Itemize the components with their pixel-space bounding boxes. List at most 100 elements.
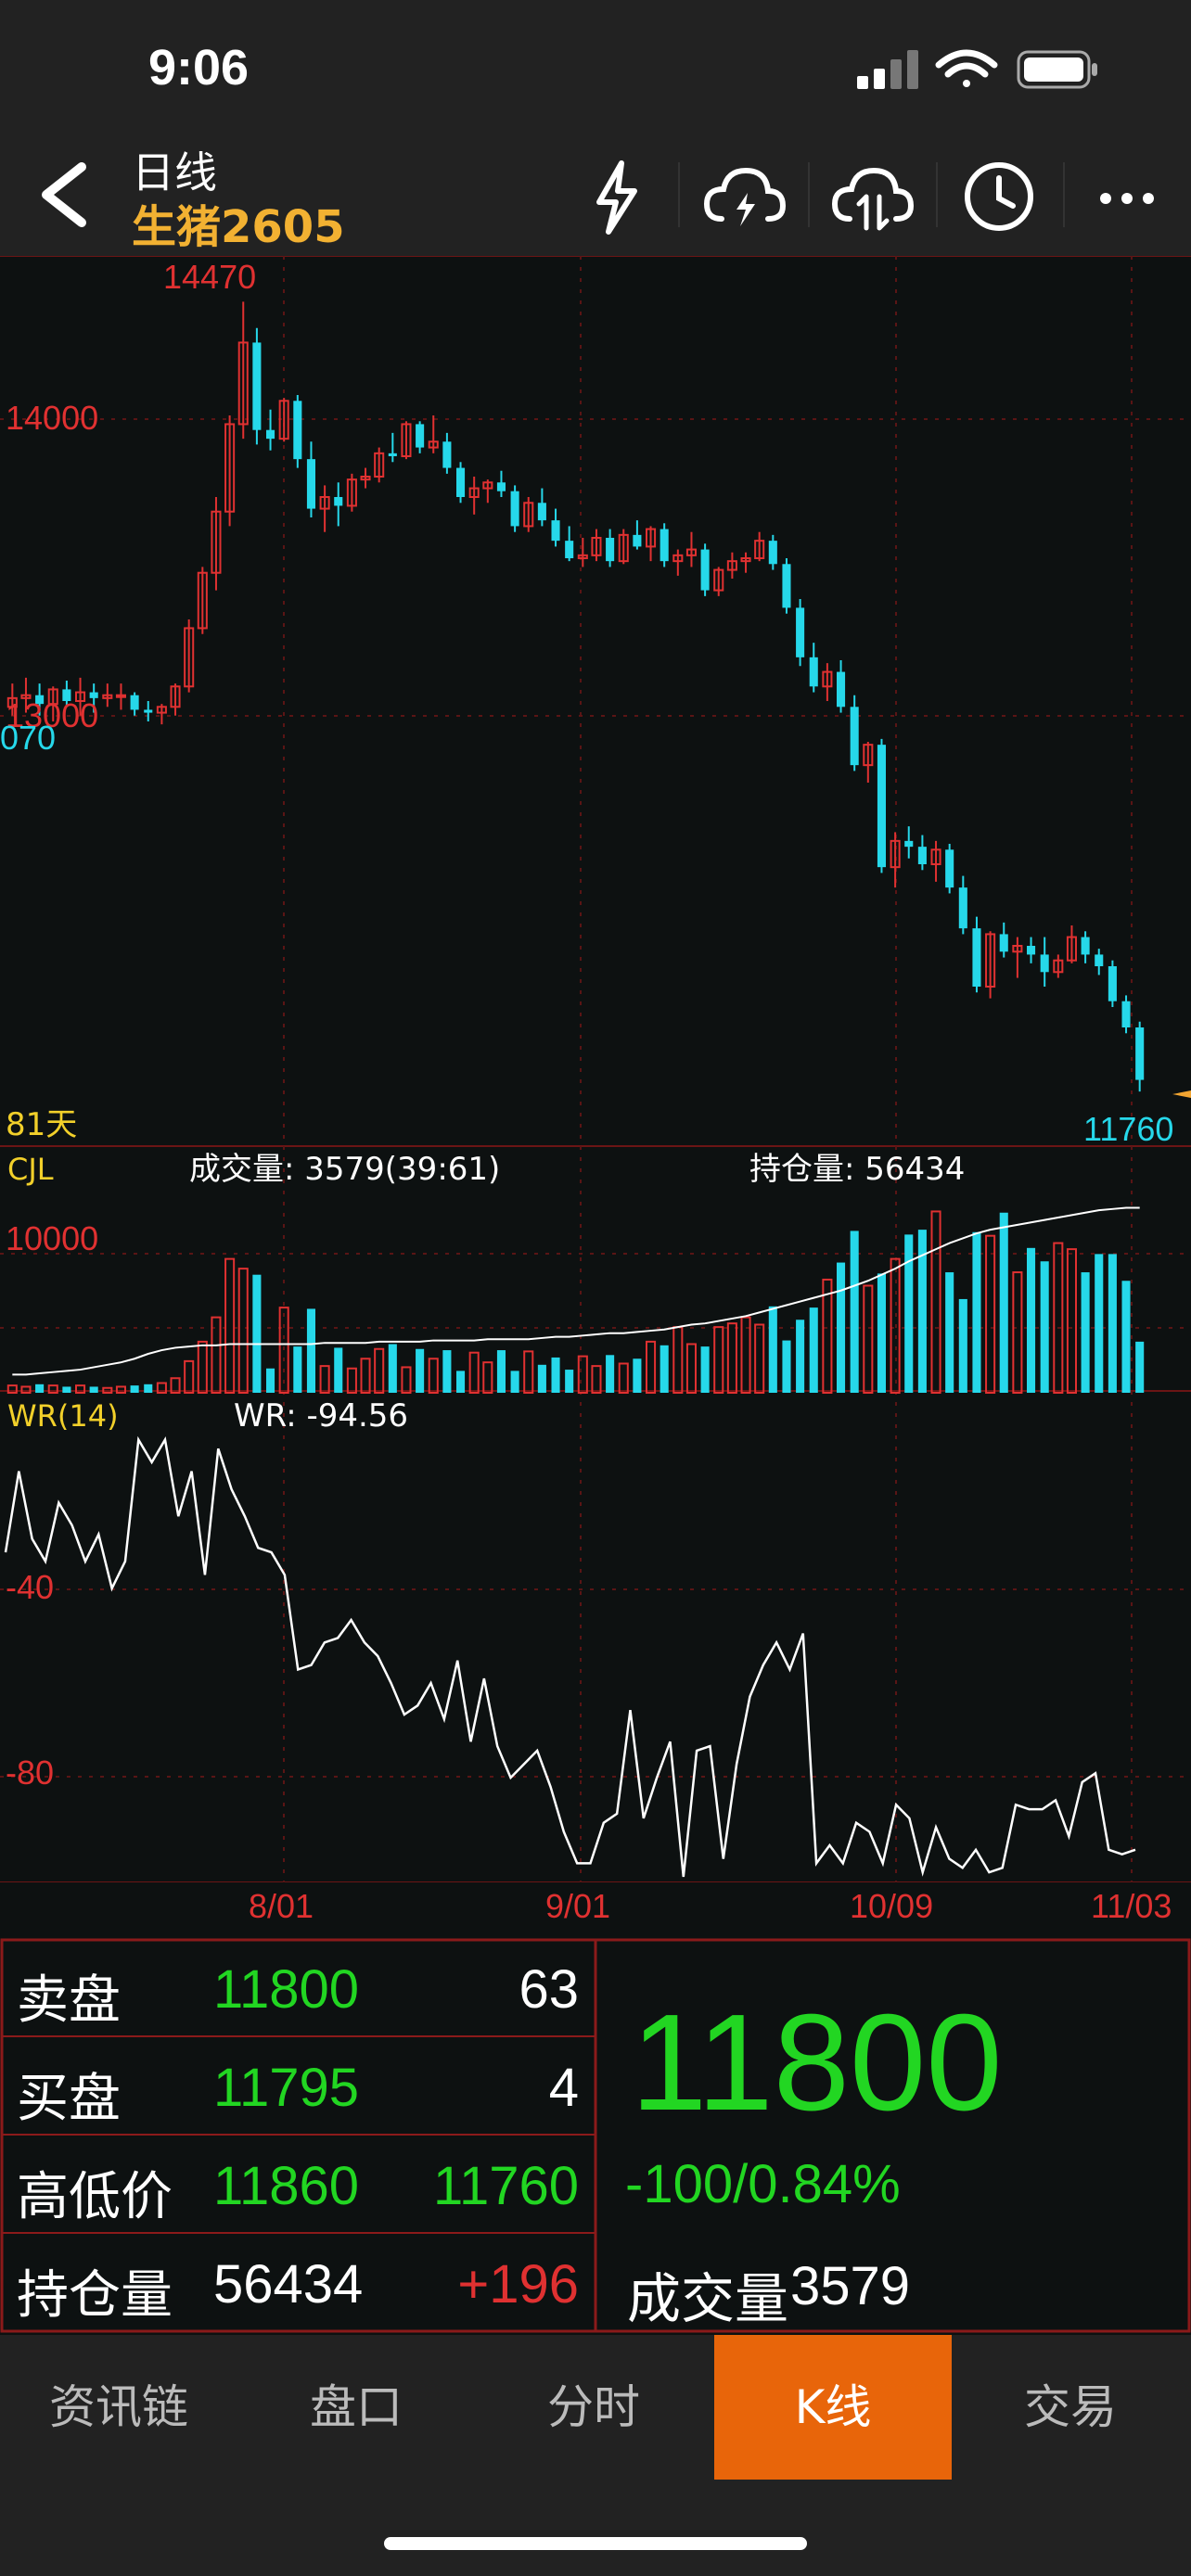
candle-body [442, 441, 452, 468]
battery-icon [1017, 50, 1097, 89]
wr-y-label: -40 [6, 1568, 54, 1606]
candle-body [1108, 966, 1117, 1001]
candle-body [1040, 954, 1049, 973]
wr-y-label: -80 [6, 1753, 54, 1792]
tab-intraday[interactable]: 分时 [475, 2335, 712, 2480]
volume-bar [1026, 1247, 1036, 1393]
volume-bar [374, 1347, 385, 1394]
candle-body [782, 564, 791, 608]
candle-body [809, 657, 818, 687]
candle-body [1026, 946, 1036, 955]
candle-body [416, 424, 425, 448]
volume-bar [985, 1234, 996, 1394]
candle-body [252, 342, 262, 430]
tab-news-chain[interactable]: 资讯链 [0, 2335, 237, 2480]
back-icon[interactable] [28, 158, 93, 232]
volume-bar [388, 1344, 397, 1393]
volume-bar [782, 1340, 791, 1393]
candle-body [130, 695, 139, 710]
bid-row: 买盘 11795 4 [0, 2036, 597, 2135]
candle-body [306, 459, 316, 509]
candle-body [836, 671, 846, 708]
volume-bar [360, 1358, 371, 1394]
volume-bar [565, 1370, 574, 1393]
candle-body [850, 707, 859, 766]
days-label: 81天 [6, 1106, 77, 1143]
volume-bar [618, 1362, 629, 1394]
high-price-label: 14470 [163, 258, 256, 296]
candle-body [972, 928, 981, 987]
volume-bar [945, 1272, 954, 1393]
volume-text: 成交量: 3579(39:61) [189, 1151, 500, 1188]
flash-icon[interactable] [566, 150, 668, 243]
volume-bar [523, 1350, 534, 1394]
candle-body [1095, 954, 1104, 966]
volume-bar [850, 1231, 859, 1393]
volume-bar [237, 1268, 249, 1394]
volume-bar [416, 1348, 425, 1393]
bid-label: 买盘 [17, 2069, 121, 2129]
candle-body [565, 541, 574, 558]
volume-bar [726, 1322, 737, 1394]
high-low-row: 高低价 11860 11760 [0, 2135, 597, 2233]
price-pointer-icon [1172, 1090, 1191, 1098]
volume-bar [428, 1358, 439, 1394]
volume-bar [877, 1273, 887, 1393]
volume-y-label: 10000 [6, 1219, 98, 1257]
more-icon[interactable] [1076, 150, 1178, 243]
volume-bar [306, 1308, 316, 1393]
divider [936, 162, 938, 227]
kline-chart-area[interactable]: 14470 14000 13000 070 81天 11760 CJL 成交量:… [0, 256, 1191, 1882]
candle-body [768, 541, 777, 565]
candle-body [537, 503, 546, 521]
tab-trade[interactable]: 交易 [952, 2335, 1189, 2480]
volume-bar [700, 1346, 710, 1393]
volume-bar [1135, 1341, 1145, 1393]
open-interest-value: 56434 [213, 2254, 364, 2315]
candle-body [796, 607, 805, 657]
divider [808, 162, 810, 227]
candle-body [660, 529, 669, 562]
candle-body [115, 694, 127, 698]
candle-body [388, 453, 397, 456]
cloud-flash-icon[interactable] [694, 150, 796, 243]
volume-label: 成交量 [627, 2267, 789, 2330]
last-price: 11800 [631, 1986, 1003, 2139]
clock-icon[interactable] [948, 150, 1050, 243]
volume-bar [62, 1386, 71, 1393]
volume-bar [252, 1274, 262, 1393]
candle-body [496, 482, 506, 491]
ask-volume: 63 [519, 1959, 579, 2020]
open-interest-row: 持仓量 56434 +196 [0, 2233, 597, 2331]
volume-bar [972, 1231, 981, 1393]
volume-bar [144, 1384, 153, 1393]
candle-body [144, 709, 153, 713]
kline-chart[interactable]: 14470 14000 13000 070 81天 11760 CJL 成交量:… [0, 256, 1191, 1882]
tab-kline[interactable]: K线 [714, 2335, 952, 2480]
volume-value: 3579 [790, 2256, 911, 2316]
candle-body [293, 401, 302, 460]
last-price-label: 11760 [1083, 1110, 1173, 1148]
volume-bar [809, 1307, 818, 1393]
volume-bar [130, 1385, 139, 1393]
candle-body [917, 847, 927, 864]
volume-title: CJL [7, 1152, 54, 1187]
candle-body [904, 840, 914, 848]
volume-bar [468, 1351, 480, 1394]
cloud-sync-icon[interactable] [822, 150, 924, 243]
volume-bar [293, 1346, 302, 1393]
volume-bar [591, 1365, 602, 1394]
wr-title: WR(14) [7, 1398, 119, 1434]
candle-body [510, 491, 519, 527]
candle-body [265, 429, 275, 440]
volume-bar [537, 1364, 546, 1393]
volume-bar [713, 1326, 724, 1394]
volume-bar [863, 1284, 874, 1394]
candle-body [945, 849, 954, 888]
tab-order-book[interactable]: 盘口 [237, 2335, 475, 2480]
volume-bar [265, 1368, 275, 1393]
volume-bar [577, 1355, 588, 1394]
volume-bar [930, 1210, 941, 1394]
volume-bar [482, 1361, 493, 1394]
volume-bar [510, 1371, 519, 1393]
